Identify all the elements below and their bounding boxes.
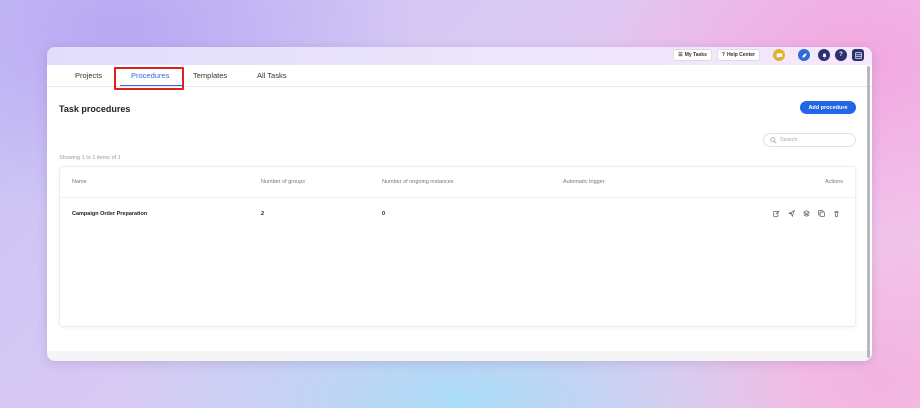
page-title: Task procedures — [59, 104, 131, 114]
tab-projects[interactable]: Projects — [75, 71, 102, 80]
top-bar: ☰ My Tasks ? Help Center ? — [47, 47, 872, 65]
send-icon[interactable] — [787, 209, 795, 217]
my-tasks-button[interactable]: ☰ My Tasks — [673, 49, 712, 61]
grid-app-icon[interactable] — [852, 49, 864, 61]
bell-icon[interactable] — [818, 49, 830, 61]
scrollbar[interactable] — [867, 66, 870, 358]
add-procedure-button[interactable]: Add procedure — [800, 101, 856, 114]
edit-icon[interactable] — [772, 209, 780, 217]
header-actions: Actions — [824, 179, 843, 185]
my-tasks-label: My Tasks — [684, 52, 707, 58]
layers-icon[interactable] — [802, 209, 810, 217]
rocket-icon[interactable] — [798, 49, 810, 61]
header-trigger: Automatic trigger — [563, 179, 605, 185]
help-icon-glyph: ? — [839, 52, 843, 58]
list-icon: ☰ — [678, 52, 683, 58]
footer-strip — [47, 351, 872, 361]
procedure-name[interactable]: Campaign Order Preparation — [72, 211, 147, 217]
chat-icon[interactable] — [773, 49, 785, 61]
table-header: Name Number of groups Number of ongoing … — [60, 167, 855, 198]
help-center-button[interactable]: ? Help Center — [716, 49, 760, 61]
ongoing-count: 0 — [382, 211, 386, 217]
search-icon — [770, 136, 777, 144]
table-row[interactable]: Campaign Order Preparation 2 0 — [60, 198, 855, 230]
header-name: Name — [72, 179, 87, 185]
search-field[interactable]: Search — [763, 133, 856, 147]
app-window: ☰ My Tasks ? Help Center ? Projects Proc… — [47, 47, 872, 361]
header-groups: Number of groups — [261, 179, 306, 185]
highlight-annotation — [114, 67, 184, 90]
procedures-table: Name Number of groups Number of ongoing … — [59, 166, 856, 327]
header-ongoing: Number of ongoing instances — [382, 179, 454, 185]
topbar-actions: ☰ My Tasks ? Help Center ? — [673, 49, 864, 61]
search-placeholder: Search — [780, 137, 798, 143]
trash-icon[interactable] — [832, 209, 840, 217]
help-icon[interactable]: ? — [835, 49, 847, 61]
tab-templates[interactable]: Templates — [193, 71, 227, 80]
copy-icon[interactable] — [817, 209, 825, 217]
group-count: 2 — [261, 211, 265, 217]
question-icon: ? — [721, 52, 725, 58]
tab-all-tasks[interactable]: All Tasks — [257, 71, 286, 80]
help-center-label: Help Center — [726, 52, 755, 58]
row-actions — [772, 209, 840, 217]
showing-count: Showing 1 to 1 items of 1 — [59, 155, 121, 161]
